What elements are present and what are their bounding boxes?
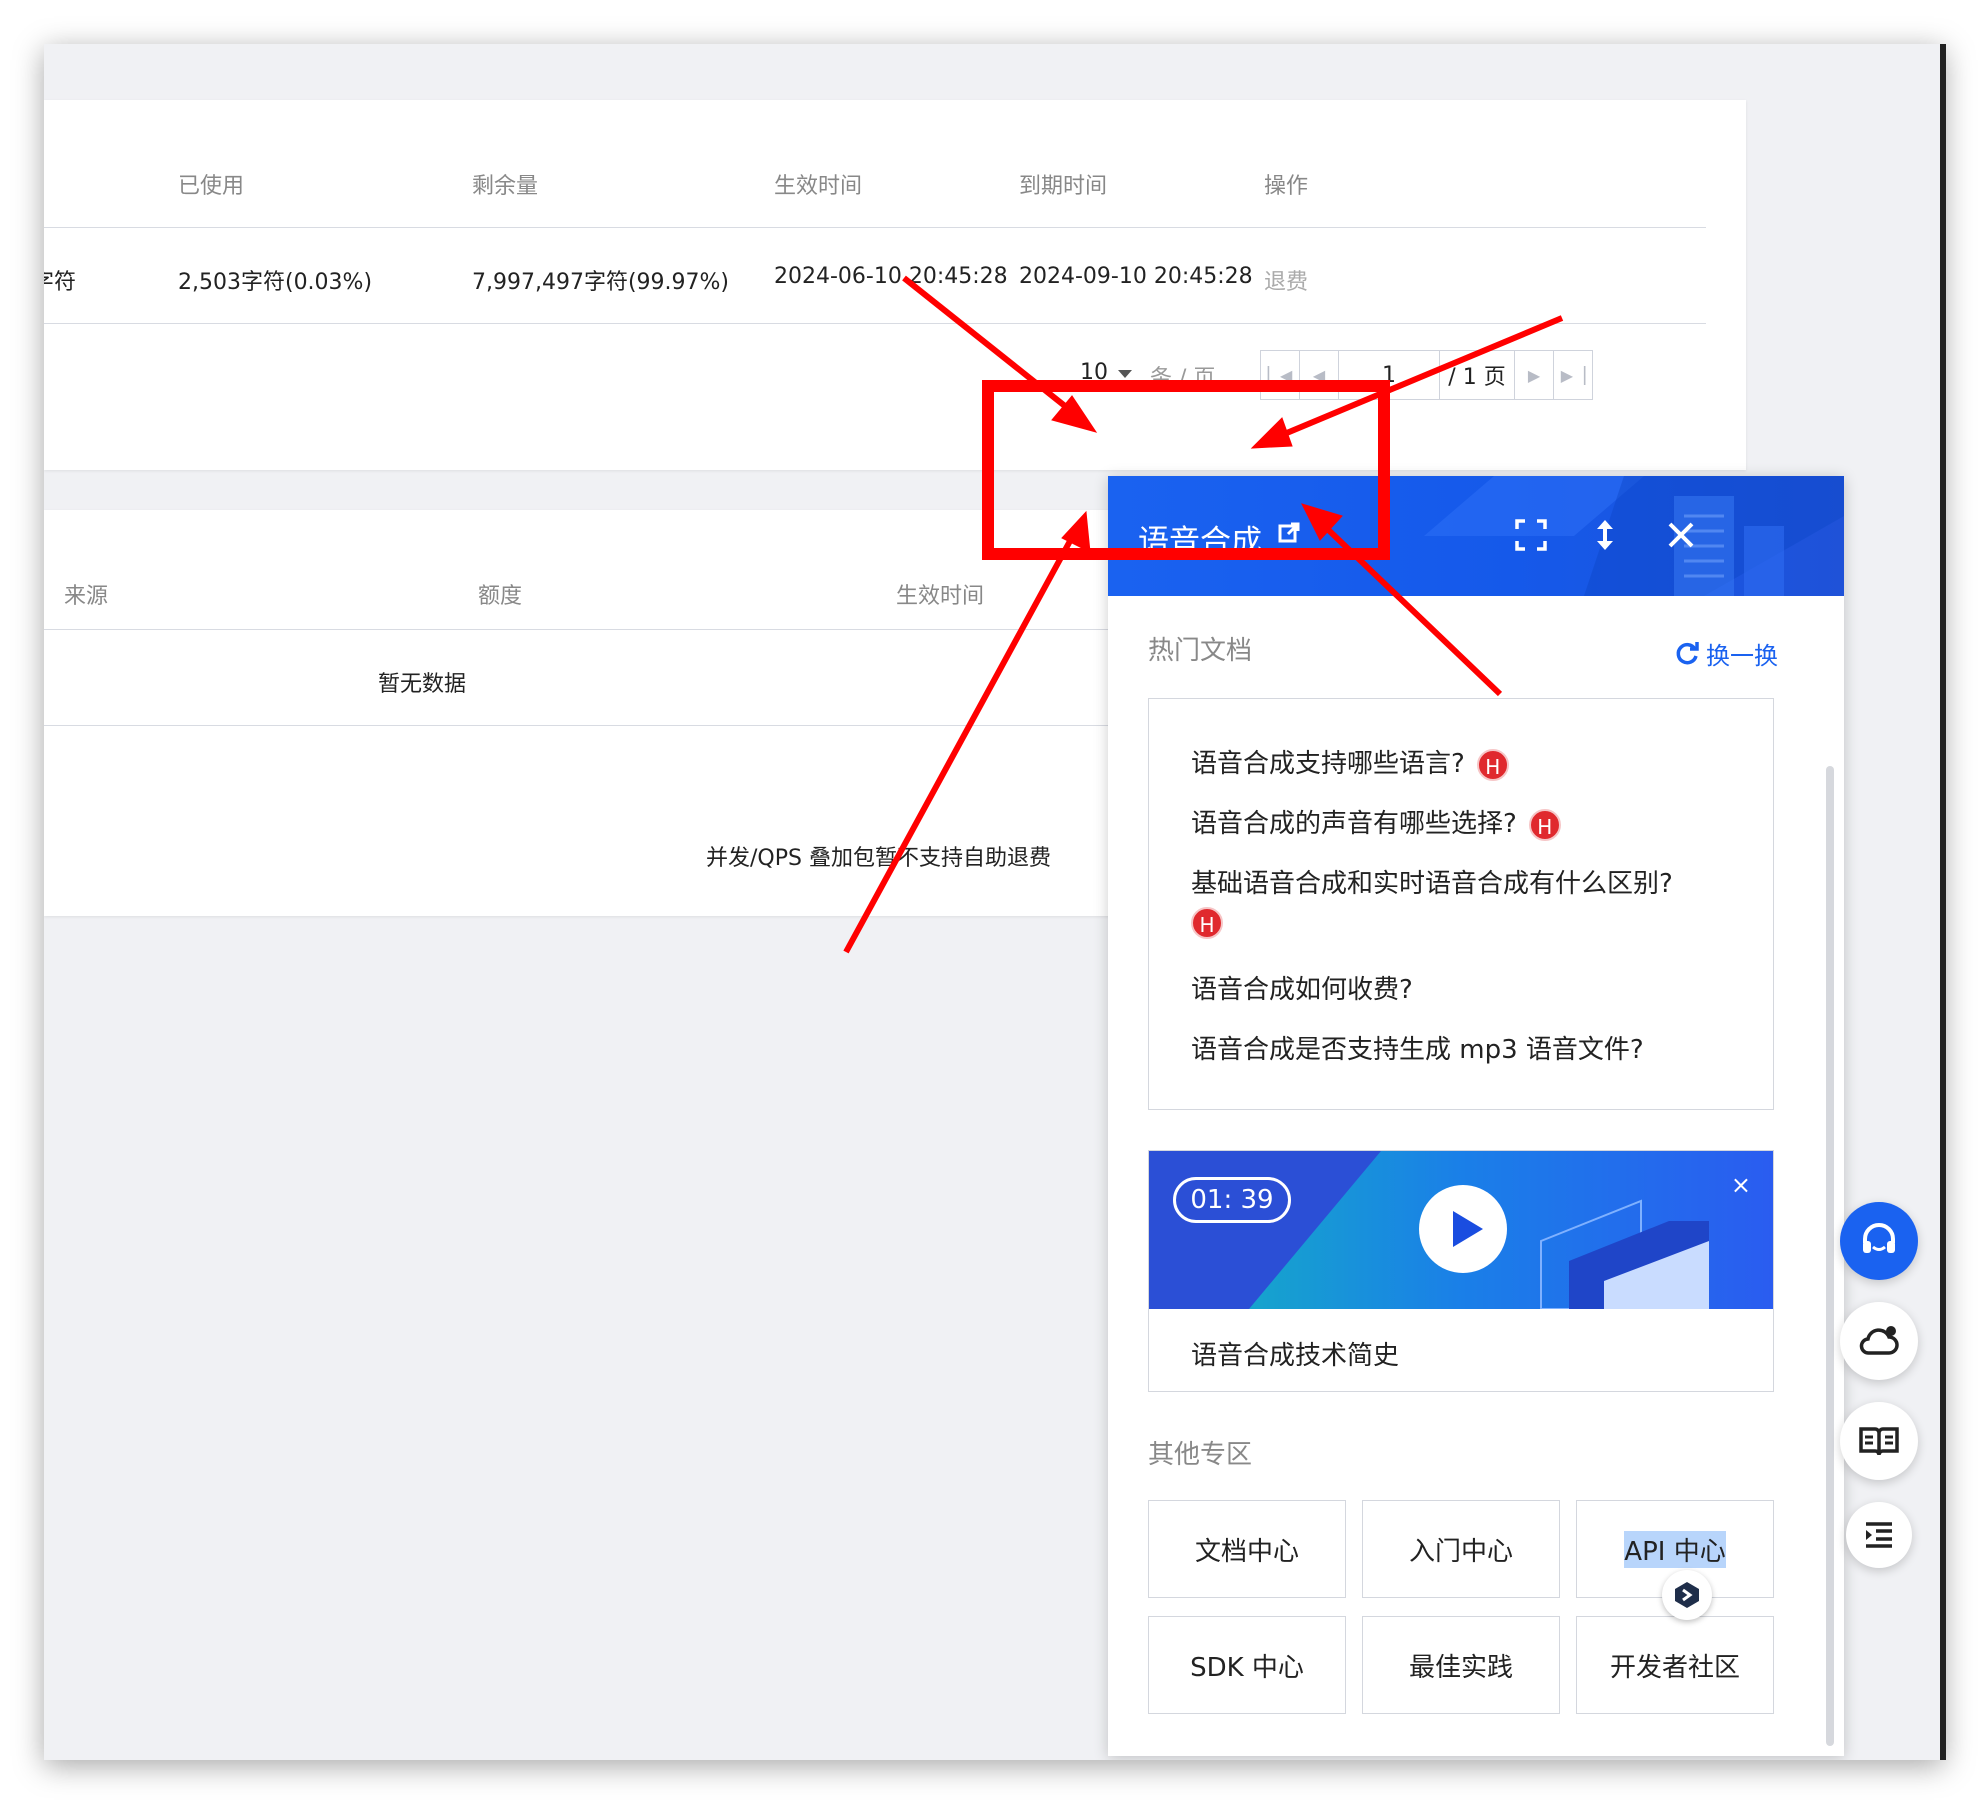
last-page-icon[interactable]: ▶▕: [1553, 350, 1593, 400]
hot-badge: H: [1528, 808, 1561, 841]
help-panel: 语音合成 热门文档 换一换 语音合成支持哪些语言? H 语音合成的声音有哪些选择…: [1108, 476, 1844, 1756]
cell-remaining: 7,997,497字符(99.97%): [472, 270, 730, 295]
customer-service-icon[interactable]: [1840, 1202, 1918, 1280]
empty-text: 暂无数据: [378, 672, 467, 697]
refund-note: 并发/QPS 叠加包暂不支持自助退费: [706, 846, 1051, 871]
header-start-time: 生效时间: [774, 174, 863, 199]
video-caption[interactable]: 语音合成技术简史: [1191, 1335, 1399, 1372]
list-item[interactable]: 语音合成如何收费?: [1191, 969, 1413, 1006]
api-center-label: API 中心: [1624, 1530, 1726, 1568]
header-remaining: 剩余量: [472, 174, 539, 199]
cloud-alert-icon[interactable]: [1840, 1302, 1918, 1380]
video-duration: 01: 39: [1173, 1177, 1291, 1223]
video-card[interactable]: 01: 39 × 语音合成技术简史: [1148, 1150, 1774, 1392]
getting-started-button[interactable]: 入门中心: [1362, 1500, 1560, 1598]
hot-docs-list: 语音合成支持哪些语言? H 语音合成的声音有哪些选择? H 基础语音合成和实时语音合…: [1148, 698, 1774, 1110]
list-item-badge-wrap: H: [1191, 907, 1223, 939]
doc-link-text[interactable]: 语音合成支持哪些语言?: [1191, 749, 1465, 779]
hot-badge: H: [1191, 907, 1223, 939]
hot-docs-title: 热门文档: [1148, 636, 1253, 666]
window-edge: [1940, 44, 1946, 1760]
best-practice-button[interactable]: 最佳实践: [1362, 1616, 1560, 1714]
list-item[interactable]: 语音合成是否支持生成 mp3 语音文件?: [1191, 1029, 1644, 1066]
next-page-icon[interactable]: ▶: [1514, 350, 1554, 400]
refund-link[interactable]: 退费: [1264, 264, 1308, 296]
header-used: 已使用: [178, 174, 245, 199]
close-icon[interactable]: [1664, 518, 1698, 552]
cell-partial: 字符: [44, 270, 77, 295]
usage-table-card: 已使用 剩余量 生效时间 到期时间 操作 字符 2,503字符(0.03%) 7…: [44, 100, 1746, 470]
refresh-button[interactable]: 换一换: [1674, 636, 1778, 671]
fullscreen-icon[interactable]: [1514, 518, 1548, 552]
doc-link-text[interactable]: 语音合成如何收费?: [1191, 975, 1413, 1005]
usage-table-header: 已使用 剩余量 生效时间 到期时间 操作: [44, 100, 1706, 228]
video-close-icon[interactable]: ×: [1731, 1171, 1751, 1199]
prev-page-icon[interactable]: ◀: [1299, 350, 1339, 400]
header-action: 操作: [1264, 174, 1309, 199]
header-decoration-icon: [1424, 476, 1844, 596]
hot-badge: H: [1476, 748, 1509, 781]
page-number-input[interactable]: 1: [1338, 350, 1440, 400]
header-end-time: 到期时间: [1019, 174, 1108, 199]
caret-down-icon[interactable]: [1118, 370, 1132, 378]
sdk-center-button[interactable]: SDK 中心: [1148, 1616, 1346, 1714]
page-size-select[interactable]: 10: [1080, 360, 1108, 385]
header-start-time-2: 生效时间: [896, 584, 985, 609]
book-icon[interactable]: [1840, 1402, 1918, 1480]
pagination: 10 条 / 页 ▏◀ ◀ 1 / 1 页 ▶ ▶▕: [44, 350, 1746, 410]
panel-title[interactable]: 语音合成: [1138, 516, 1262, 561]
menu-collapse-icon[interactable]: [1846, 1502, 1912, 1568]
header-quota: 额度: [478, 584, 523, 609]
panel-scrollbar[interactable]: [1826, 766, 1834, 1746]
console-window: 已使用 剩余量 生效时间 到期时间 操作 字符 2,503字符(0.03%) 7…: [44, 44, 1944, 1760]
header-source: 来源: [64, 584, 109, 609]
panel-header: 语音合成: [1108, 476, 1844, 596]
table-row: 字符 2,503字符(0.03%) 7,997,497字符(99.97%) 20…: [44, 228, 1706, 324]
list-item[interactable]: 语音合成的声音有哪些选择? H: [1191, 803, 1561, 841]
resize-vertical-icon[interactable]: [1588, 518, 1622, 552]
play-icon[interactable]: [1419, 1185, 1507, 1273]
doc-center-button[interactable]: 文档中心: [1148, 1500, 1346, 1598]
list-item[interactable]: 语音合成支持哪些语言? H: [1191, 743, 1509, 781]
refresh-icon: [1676, 641, 1699, 664]
refresh-label: 换一换: [1706, 642, 1778, 670]
list-item[interactable]: 基础语音合成和实时语音合成有什么区别?: [1191, 863, 1673, 900]
first-page-icon[interactable]: ▏◀: [1260, 350, 1300, 400]
doc-link-text[interactable]: 语音合成的声音有哪些选择?: [1191, 809, 1517, 839]
cell-end-time: 2024-09-10 20:45:28: [1019, 264, 1253, 289]
page-total: / 1 页: [1439, 350, 1515, 400]
translate-helper-icon[interactable]: [1662, 1570, 1712, 1620]
other-zone-title: 其他专区: [1148, 1440, 1253, 1470]
page-size-unit: 条 / 页: [1150, 366, 1216, 391]
doc-link-text[interactable]: 基础语音合成和实时语音合成有什么区别?: [1191, 869, 1673, 899]
doc-link-text[interactable]: 语音合成是否支持生成 mp3 语音文件?: [1191, 1035, 1644, 1065]
external-link-icon[interactable]: [1278, 522, 1300, 544]
cell-start-time: 2024-06-10 20:45:28: [774, 264, 1008, 289]
cell-used: 2,503字符(0.03%): [178, 270, 373, 295]
developer-community-button[interactable]: 开发者社区: [1576, 1616, 1774, 1714]
